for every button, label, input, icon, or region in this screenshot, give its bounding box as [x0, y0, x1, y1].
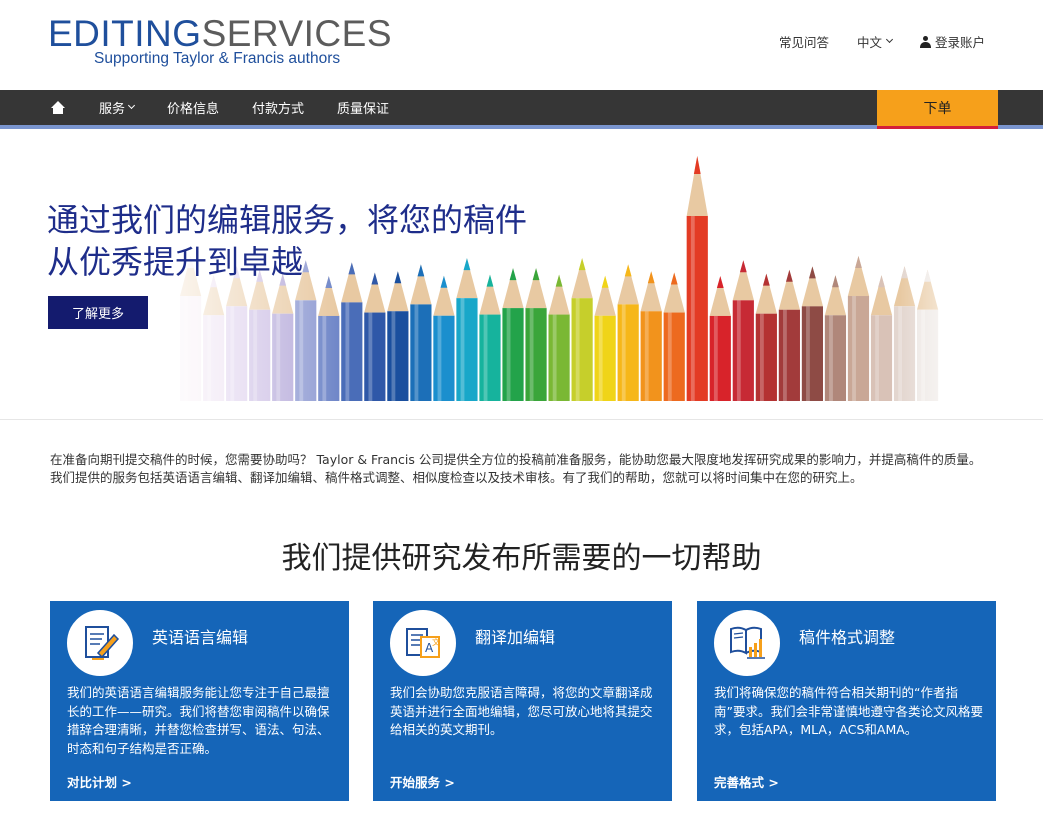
home-icon — [50, 100, 66, 115]
card-title: 稿件格式调整 — [799, 628, 896, 647]
card-description: 我们会协助您克服语言障碍，将您的文章翻译成英语并进行全面地编辑，您尽可放心地将其… — [390, 685, 653, 737]
intro-paragraph: 在准备向期刊提交稿件的时候，您需要协助吗？ Taylor & Francis 公… — [50, 452, 982, 485]
pencil — [870, 275, 893, 401]
site-logo[interactable]: EDITINGSERVICES Supporting Taylor & Fran… — [48, 12, 393, 67]
pencil — [916, 269, 939, 401]
pencil — [226, 266, 248, 401]
logo-tagline: Supporting Taylor & Francis authors — [94, 50, 341, 67]
user-icon — [919, 35, 931, 48]
pencil — [686, 156, 708, 401]
logo-part-editing: EDITING — [48, 13, 202, 54]
card-title: 英语语言编辑 — [152, 628, 249, 647]
nav-item-quality[interactable]: 质量保证 — [337, 98, 389, 117]
nav-item-label: 服务 — [99, 102, 126, 117]
section-title: 我们提供研究发布所需要的一切帮助 — [281, 541, 762, 576]
card-description: 我们将确保您的稿件符合相关期刊的“作者指南”要求。我们会非常谨慎地遵守各类论文风… — [714, 685, 983, 737]
service-card-english-editing[interactable]: 英语语言编辑 我们的英语语言编辑服务能让您专注于自己最擅长的工作——研究。我们将… — [50, 601, 349, 801]
pencil — [709, 275, 731, 401]
format-link[interactable]: 完善格式 > — [714, 772, 779, 791]
pencil — [479, 274, 501, 401]
logo-part-services: SERVICES — [201, 13, 393, 54]
service-card-formatting[interactable]: 稿件格式调整 我们将确保您的稿件符合相关期刊的“作者指南”要求。我们会非常谨慎地… — [697, 601, 996, 801]
svg-text:文: 文 — [432, 637, 440, 647]
pencil — [410, 264, 432, 401]
language-selector[interactable]: 中文 — [856, 32, 894, 51]
pencil — [433, 275, 455, 401]
pencil — [801, 266, 824, 401]
card-description: 我们的英语语言编辑服务能让您专注于自己最擅长的工作——研究。我们将替您审阅稿件以… — [67, 685, 330, 756]
nav-item-payment[interactable]: 付款方式 — [252, 98, 304, 117]
service-card-translation[interactable]: A文 翻译加编辑 我们会协助您克服语言障碍，将您的文章翻译成英语并进行全面地编辑… — [373, 601, 672, 801]
learn-more-button[interactable]: 了解更多 — [48, 296, 148, 329]
pencil — [318, 275, 340, 401]
pencil — [755, 273, 777, 401]
pencil — [272, 273, 294, 401]
pencil — [203, 275, 225, 401]
nav-item-pricing[interactable]: 价格信息 — [167, 98, 219, 117]
pencil — [571, 258, 593, 401]
start-service-link[interactable]: 开始服务 > — [390, 772, 455, 791]
edit-document-icon — [67, 610, 133, 676]
pencil — [617, 264, 639, 401]
nav-item-label: 价格信息 — [167, 102, 220, 117]
pencil — [341, 262, 363, 401]
nav-item-label: 质量保证 — [337, 102, 390, 117]
compare-plans-link[interactable]: 对比计划 > — [67, 772, 132, 791]
hero-banner: 通过我们的编辑服务，将您的稿件 从优秀提升到卓越 了解更多 — [0, 129, 1043, 420]
pencil — [847, 256, 870, 401]
pencil — [364, 272, 386, 401]
chevron-down-icon — [885, 35, 894, 44]
hero-title-line1: 通过我们的编辑服务，将您的稿件 — [47, 201, 528, 239]
pencil — [548, 274, 570, 401]
nav-item-services[interactable]: 服务 — [99, 98, 136, 117]
translate-document-icon: A文 — [390, 610, 456, 676]
pencil — [663, 272, 685, 401]
pencil — [387, 271, 409, 401]
nav-item-label: 付款方式 — [252, 102, 305, 117]
hero-title-line2: 从优秀提升到卓越 — [47, 243, 304, 281]
pencil — [594, 275, 616, 401]
card-title: 翻译加编辑 — [475, 628, 556, 647]
book-chart-icon — [714, 610, 780, 676]
nav-home[interactable] — [50, 100, 66, 115]
site-header: EDITINGSERVICES Supporting Taylor & Fran… — [0, 0, 1043, 90]
chevron-down-icon — [127, 101, 136, 110]
login-link[interactable]: 登录账户 — [919, 32, 985, 51]
pencil — [893, 266, 916, 401]
pencil — [249, 269, 271, 401]
order-button[interactable]: 下单 — [877, 90, 998, 129]
faq-link[interactable]: 常见问答 — [779, 32, 829, 51]
pencil — [502, 268, 524, 401]
pencil — [640, 271, 662, 401]
hero-title: 通过我们的编辑服务，将您的稿件 从优秀提升到卓越 — [47, 199, 527, 283]
top-links: 常见问答 中文 登录账户 — [751, 32, 985, 51]
language-label: 中文 — [856, 35, 882, 50]
pencil — [824, 275, 847, 401]
pencil — [778, 269, 800, 401]
pencil — [732, 260, 754, 401]
login-label: 登录账户 — [934, 35, 985, 50]
pencil — [525, 268, 547, 401]
